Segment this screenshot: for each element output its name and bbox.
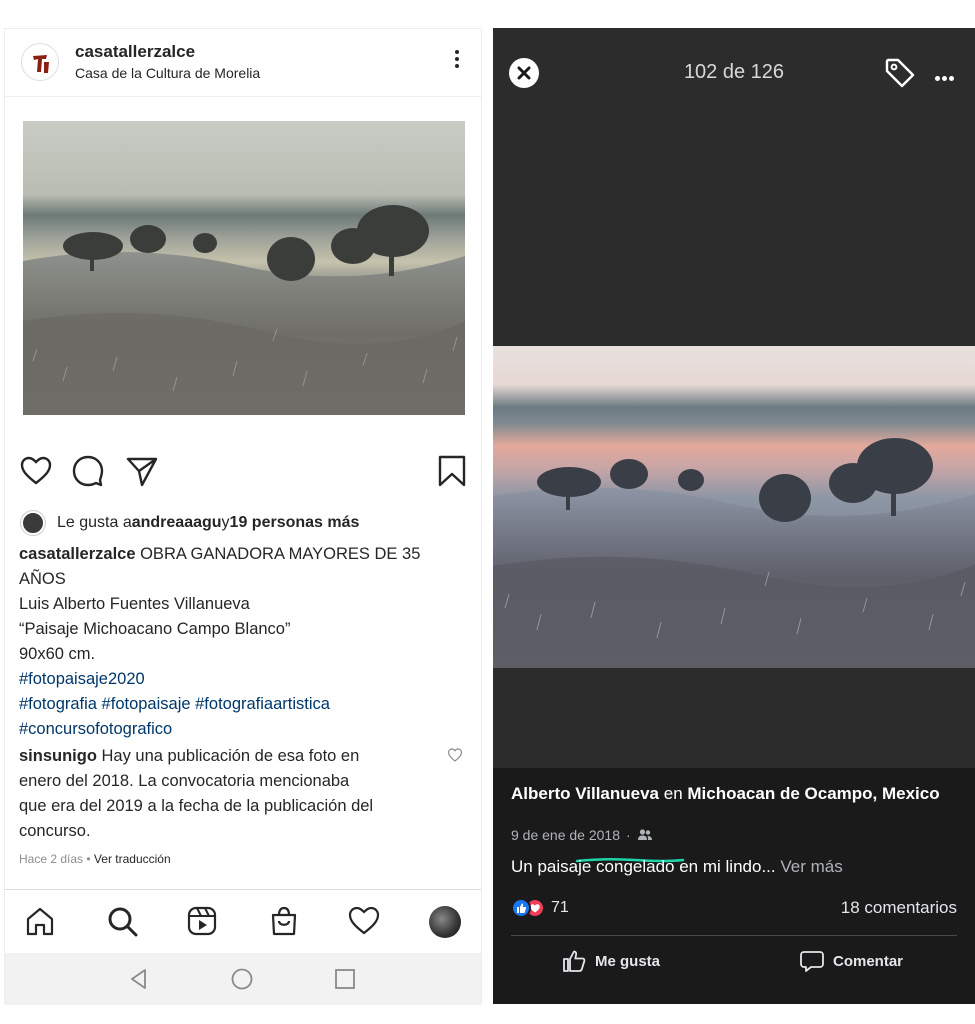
comment-button[interactable]: Comentar [799,948,903,974]
android-system-bar [5,953,481,1005]
photo-info-panel: Alberto Villanueva en Michoacan de Ocamp… [493,768,975,1004]
post-actions-bar [5,454,481,494]
heart-icon[interactable] [19,454,53,488]
author-name[interactable]: Alberto Villanueva [511,784,659,803]
hashtag-link[interactable]: #concursofotografico [19,717,459,742]
comments-count[interactable]: 18 comentarios [841,898,957,918]
caption-line: 90x60 cm. [19,645,96,663]
comment-author[interactable]: sinsunigo [19,747,97,765]
author-connector: en [659,784,688,803]
search-icon[interactable] [105,904,139,938]
caption-line: AÑOS [19,570,66,588]
hashtag-link[interactable]: #fotopaisaje2020 [19,667,459,692]
facebook-photo-viewer: 102 de 126 Alberto Villanueva en Michoac… [493,28,975,1004]
post-date[interactable]: 9 de ene de 2018 [511,827,620,843]
meta-separator: • [83,852,94,866]
home-circle-icon[interactable] [230,967,254,991]
liker-avatar [21,511,45,535]
caption-text: Un paisaje congelado en mi lindo... [511,857,776,876]
thumbs-up-icon [563,950,586,972]
like-button-label: Me gusta [595,952,661,970]
likes-others[interactable]: 19 personas más [230,514,360,532]
viewer-photo[interactable] [493,346,975,668]
likes-middle: y [221,514,230,531]
caption-line: “Paisaje Michoacano Campo Blanco” [19,620,291,638]
likes-prefix: Le gusta a [57,514,132,531]
post-caption: casatallerzalce OBRA GANADORA MAYORES DE… [19,542,459,742]
post-location[interactable]: Casa de la Cultura de Morelia [75,65,260,81]
comment-text: que era del 2019 a la fecha de la public… [19,797,374,815]
recents-square-icon[interactable] [333,967,357,991]
post-date-row: 9 de ene de 2018 · [511,827,653,843]
post-username[interactable]: casatallerzalce [75,42,195,62]
tag-icon[interactable] [883,56,917,90]
bookmark-icon[interactable] [435,454,469,488]
comment-text: enero del 2018. La convocatoria menciona… [19,772,350,790]
reels-icon[interactable] [185,904,219,938]
highlight-underline [575,850,685,863]
comment-meta: Hace 2 días • Ver traducción [19,852,171,866]
divider [511,935,957,936]
see-more-link[interactable]: Ver más [776,857,842,876]
comment-icon[interactable] [71,454,105,488]
comment-item: sinsunigo Hay una publicación de esa fot… [19,744,434,844]
translate-link[interactable]: Ver traducción [94,852,171,866]
share-icon[interactable] [125,454,159,488]
more-options-icon[interactable] [453,47,461,75]
like-button[interactable]: Me gusta [561,948,660,974]
back-triangle-icon[interactable] [127,967,151,991]
photo-caption: Un paisaje congelado en mi lindo... Ver … [511,857,843,877]
comment-text: concurso. [19,822,91,840]
likes-summary[interactable]: Le gusta a andreaaagu y 19 personas más [21,511,359,535]
post-header: casatallerzalce Casa de la Cultura de Mo… [5,29,481,97]
friends-audience-icon [637,829,652,840]
caption-line: Luis Alberto Fuentes Villanueva [19,595,250,613]
instagram-post-screen: casatallerzalce Casa de la Cultura de Mo… [4,28,482,1005]
account-logo-icon [23,45,58,80]
screenshot-root: casatallerzalce Casa de la Cultura de Mo… [0,0,975,1024]
comment-bubble-icon [800,951,824,972]
bottom-navigation [5,889,481,953]
home-icon[interactable] [23,904,57,938]
post-author-line: Alberto Villanueva en Michoacan de Ocamp… [511,783,951,805]
viewer-letterbox [493,668,975,768]
caption-line: OBRA GANADORA MAYORES DE 35 [135,545,421,563]
activity-heart-icon[interactable] [347,904,381,938]
reactions-summary[interactable]: 71 [511,898,569,918]
likes-user[interactable]: andreaaagu [132,514,222,532]
comment-age: Hace 2 días [19,852,84,866]
hashtag-link[interactable]: #fotografia #fotopaisaje #fotografiaarti… [19,692,459,717]
comment-like-heart-icon[interactable] [447,747,463,763]
more-options-icon[interactable] [935,68,959,81]
post-photo[interactable] [23,121,465,415]
date-separator: · [626,827,631,843]
comment-button-label: Comentar [833,952,904,970]
shop-icon[interactable] [267,904,301,938]
caption-author[interactable]: casatallerzalce [19,545,136,563]
profile-avatar[interactable] [429,906,461,938]
like-reaction-icon [511,898,531,918]
reaction-count: 71 [551,899,569,916]
comment-text: Hay una publicación de esa foto en [96,747,360,765]
account-avatar[interactable] [21,43,59,81]
check-in-place[interactable]: Michoacan de Ocampo, Mexico [687,784,939,803]
viewer-top-area: 102 de 126 [493,28,975,346]
